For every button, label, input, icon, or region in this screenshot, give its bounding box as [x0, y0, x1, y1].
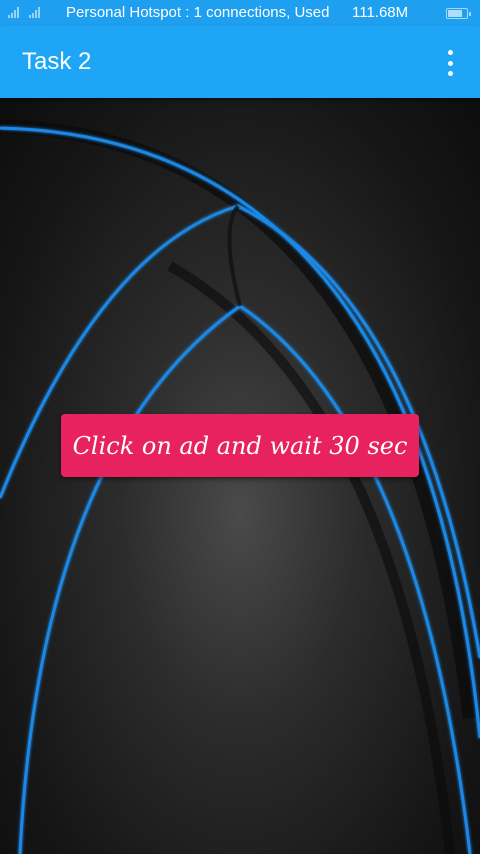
status-bar: Personal Hotspot : 1 connections, Used 1…	[0, 0, 480, 26]
more-vert-icon[interactable]	[440, 50, 460, 76]
signal-icon-2	[29, 7, 40, 18]
screen: Personal Hotspot : 1 connections, Used 1…	[0, 0, 480, 854]
signal-icon	[8, 7, 19, 18]
battery-icon	[446, 8, 471, 19]
click-ad-button[interactable]: Click on ad and wait 30 sec	[61, 414, 419, 477]
data-used-text: 111.68M	[352, 4, 409, 21]
app-bar: Task 2	[0, 26, 480, 98]
hotspot-status-text: Personal Hotspot : 1 connections, Used	[66, 4, 330, 21]
page-title: Task 2	[22, 48, 92, 75]
battery-level-fill	[448, 10, 463, 17]
signal-icons	[8, 7, 40, 18]
